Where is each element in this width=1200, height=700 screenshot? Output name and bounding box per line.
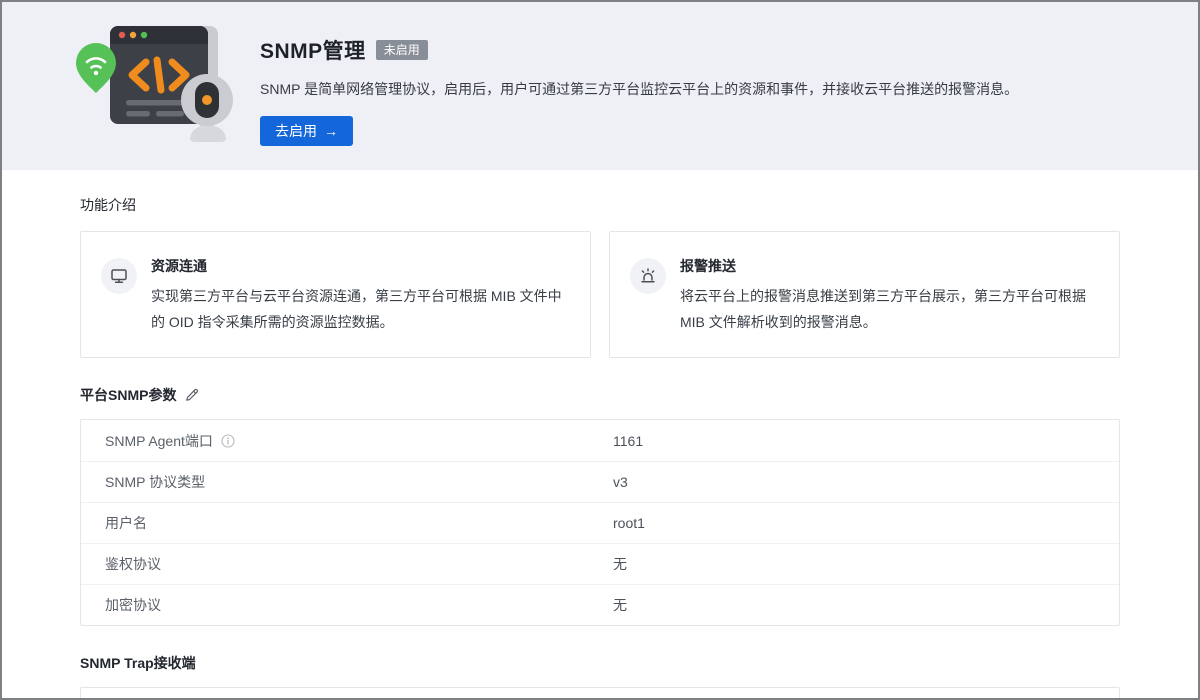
feature-card-title: 资源连通 bbox=[151, 256, 566, 276]
feature-card-body: 报警推送 将云平台上的报警消息推送到第三方平台展示，第三方平台可根据 MIB 文… bbox=[680, 256, 1095, 335]
alarm-icon bbox=[630, 258, 666, 294]
snmp-illustration bbox=[62, 18, 238, 156]
page-content: 功能介绍 资源连通 实现第三方平台与云平台资源连通，第三方平台可根据 MIB 文… bbox=[2, 195, 1198, 700]
feature-card-body: 资源连通 实现第三方平台与云平台资源连通，第三方平台可根据 MIB 文件中的 O… bbox=[151, 256, 566, 335]
trap-receiver-section-header: SNMP Trap接收端 bbox=[80, 653, 1120, 673]
row-label: SNMP Agent端口 bbox=[105, 431, 213, 451]
hero-header: SNMP管理 未启用 SNMP 是简单网络管理协议，启用后，用户可通过第三方平台… bbox=[2, 2, 1198, 170]
info-icon[interactable] bbox=[221, 434, 235, 448]
snmp-management-page: SNMP管理 未启用 SNMP 是简单网络管理协议，启用后，用户可通过第三方平台… bbox=[0, 0, 1200, 700]
row-label: SNMP 协议类型 bbox=[105, 472, 205, 492]
trap-receiver-section-title: SNMP Trap接收端 bbox=[80, 653, 196, 673]
monitor-icon bbox=[101, 258, 137, 294]
page-description: SNMP 是简单网络管理协议，启用后，用户可通过第三方平台监控云平台上的资源和事… bbox=[260, 79, 1018, 99]
feature-card-title: 报警推送 bbox=[680, 256, 1095, 276]
feature-card-resource: 资源连通 实现第三方平台与云平台资源连通，第三方平台可根据 MIB 文件中的 O… bbox=[80, 231, 591, 358]
table-row: 数量 1 bbox=[81, 688, 1119, 700]
row-value: 1161 bbox=[613, 433, 643, 449]
snmp-params-table: SNMP Agent端口 1161 SNMP 协议类型 v3 用户名 bbox=[80, 419, 1120, 626]
row-value: 无 bbox=[613, 595, 627, 615]
enable-button[interactable]: 去启用 → bbox=[260, 116, 353, 146]
table-row: 加密协议 无 bbox=[81, 584, 1119, 625]
row-label: 鉴权协议 bbox=[105, 554, 161, 574]
feature-cards: 资源连通 实现第三方平台与云平台资源连通，第三方平台可根据 MIB 文件中的 O… bbox=[80, 231, 1120, 358]
table-row: 用户名 root1 bbox=[81, 502, 1119, 543]
trap-receiver-table: 数量 1 bbox=[80, 687, 1120, 700]
features-section-title: 功能介绍 bbox=[80, 195, 1120, 215]
row-value: v3 bbox=[613, 474, 628, 490]
row-value: root1 bbox=[613, 515, 645, 531]
arrow-right-icon: → bbox=[324, 123, 338, 139]
table-row: 鉴权协议 无 bbox=[81, 543, 1119, 584]
enable-button-label: 去启用 bbox=[275, 121, 317, 141]
snmp-illustration-graphic bbox=[62, 18, 238, 156]
edit-icon[interactable] bbox=[185, 388, 199, 402]
row-value: 无 bbox=[613, 554, 627, 574]
hero-text-block: SNMP管理 未启用 SNMP 是简单网络管理协议，启用后，用户可通过第三方平台… bbox=[260, 35, 1018, 146]
feature-card-description: 将云平台上的报警消息推送到第三方平台展示，第三方平台可根据 MIB 文件解析收到… bbox=[680, 283, 1095, 335]
feature-card-alarm: 报警推送 将云平台上的报警消息推送到第三方平台展示，第三方平台可根据 MIB 文… bbox=[609, 231, 1120, 358]
table-row: SNMP 协议类型 v3 bbox=[81, 461, 1119, 502]
feature-card-description: 实现第三方平台与云平台资源连通，第三方平台可根据 MIB 文件中的 OID 指令… bbox=[151, 283, 566, 335]
status-badge: 未启用 bbox=[376, 40, 428, 60]
snmp-params-section-header: 平台SNMP参数 bbox=[80, 385, 1120, 405]
snmp-params-section-title: 平台SNMP参数 bbox=[80, 385, 176, 405]
row-label: 用户名 bbox=[105, 513, 147, 533]
table-row: SNMP Agent端口 1161 bbox=[81, 420, 1119, 461]
page-title: SNMP管理 bbox=[260, 35, 366, 65]
row-label: 加密协议 bbox=[105, 595, 161, 615]
